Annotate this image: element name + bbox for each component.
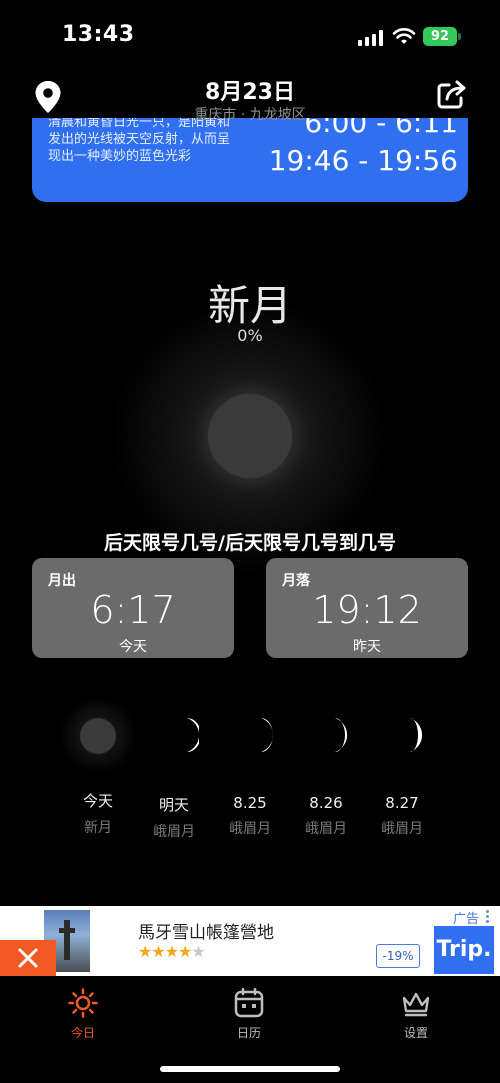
star-icon: ★: [138, 942, 152, 961]
crescent-moon-icon: [187, 718, 201, 752]
tab-label: 设置: [403, 1026, 428, 1040]
battery-indicator: 92: [423, 27, 457, 46]
blue-hour-evening: 19:46 - 19:56: [268, 144, 458, 177]
share-icon[interactable]: [436, 78, 468, 110]
tab-today[interactable]: 今日: [33, 988, 133, 1041]
page-title-date: 8月23日: [205, 80, 295, 105]
ad-title: 馬牙雪山帳篷營地: [138, 923, 274, 943]
ad-logo: Trip.: [434, 926, 494, 974]
cellular-signal-icon: [358, 30, 384, 46]
location-subtitle[interactable]: 重庆市 · 九龙坡区: [150, 104, 350, 124]
moonrise-card[interactable]: 月出 6:17 今天: [32, 558, 234, 658]
moonrise-day: 今天: [119, 639, 147, 655]
tab-calendar[interactable]: 日历: [199, 988, 299, 1041]
blue-hour-desc-line: 现出一种美妙的蓝色光彩: [48, 149, 192, 164]
forecast-day: 明天: [158, 796, 189, 814]
blue-hour-desc-line: 发出的光线被天空反射，从而呈: [48, 132, 231, 147]
battery-tip: [458, 33, 461, 40]
forecast-item[interactable]: 8.25 峨眉月: [212, 710, 288, 838]
forecast-phase: 新月: [84, 820, 112, 836]
overlay-caption: 后天限号几号/后天限号几号到几号: [104, 532, 396, 554]
forecast-phase: 峨眉月: [381, 821, 423, 837]
status-time: 13:43: [62, 22, 135, 47]
blue-hour-description: 清晨和黄昏日光一只，是阳黄和 发出的光线被天空反射，从而呈 现出一种美妙的蓝色光…: [48, 118, 278, 165]
star-icon: ★: [164, 942, 179, 961]
crescent-moon-icon: [410, 718, 423, 752]
location-pin-icon[interactable]: [34, 80, 62, 114]
forecast-day: 8.25: [233, 794, 267, 812]
ad-rating-stars: ★★★★★: [138, 942, 206, 961]
forecast-phase: 峨眉月: [305, 821, 347, 837]
ad-label: 广告: [453, 912, 480, 927]
ad-options-icon[interactable]: [486, 910, 490, 925]
wifi-icon: [392, 28, 416, 44]
star-icon: ★: [178, 942, 192, 961]
close-icon: [18, 948, 38, 968]
blue-hour-card[interactable]: 清晨和黄昏日光一只，是阳黄和 发出的光线被天空反射，从而呈 现出一种美妙的蓝色光…: [32, 118, 468, 202]
tab-label: 日历: [236, 1026, 261, 1040]
blue-hour-times: 6:00 - 6:11 19:46 - 19:56: [269, 118, 458, 180]
ad-close-button[interactable]: [0, 940, 56, 976]
moonrise-label: 月出: [48, 573, 76, 589]
forecast-item[interactable]: 今天 新月: [59, 696, 137, 837]
forecast-day: 今天: [82, 792, 113, 810]
ad-banner[interactable]: 馬牙雪山帳篷營地 ★★★★★ -19% 广告 Trip.: [0, 906, 500, 976]
forecast-day: 8.26: [309, 794, 343, 812]
moonset-time: 19:12: [312, 588, 422, 632]
home-indicator[interactable]: [160, 1066, 340, 1072]
moonrise-time: 6:17: [90, 588, 176, 632]
forecast-phase: 峨眉月: [229, 821, 271, 837]
crescent-moon-icon: [335, 718, 348, 752]
star-icon: ★: [151, 942, 165, 961]
ad-discount-badge: -19%: [376, 944, 420, 968]
moonset-label: 月落: [282, 573, 310, 589]
forecast-item[interactable]: 8.27 峨眉月: [364, 710, 440, 838]
crescent-moon-icon: [261, 718, 274, 752]
sun-icon: [68, 988, 98, 1018]
moonset-day: 昨天: [353, 639, 381, 655]
star-empty-icon: ★: [191, 942, 205, 961]
forecast-phase: 峨眉月: [153, 824, 195, 840]
forecast-item[interactable]: 明天 峨眉月: [136, 710, 212, 841]
new-moon-icon: [59, 696, 137, 774]
new-moon-icon: [208, 394, 292, 478]
forecast-day: 8.27: [385, 794, 419, 812]
tab-label: 今日: [70, 1026, 95, 1040]
tab-settings[interactable]: 设置: [366, 988, 466, 1041]
crown-icon: [402, 992, 430, 1017]
calendar-icon: [234, 988, 264, 1018]
moonset-card[interactable]: 月落 19:12 昨天: [266, 558, 468, 658]
forecast-item[interactable]: 8.26 峨眉月: [288, 710, 364, 838]
